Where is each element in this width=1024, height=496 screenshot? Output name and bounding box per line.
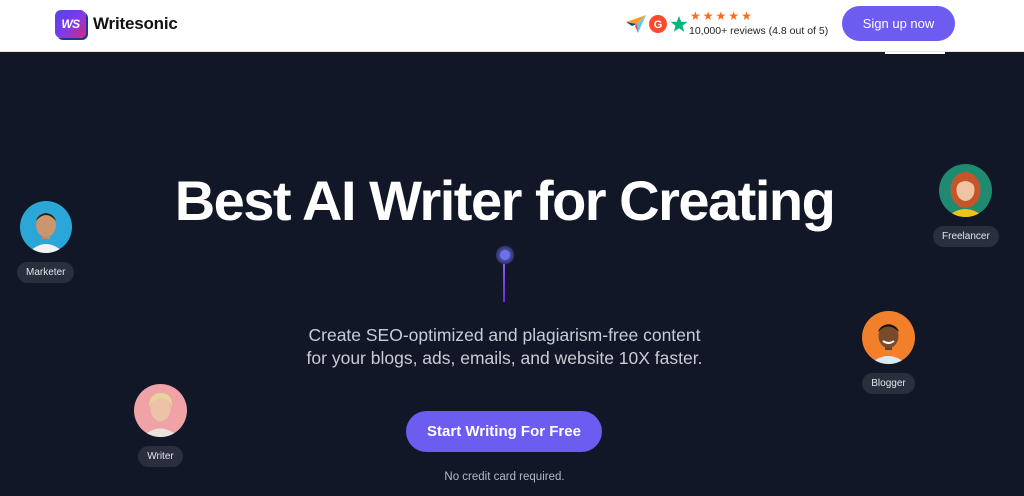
hero-subtitle: Create SEO-optimized and plagiarism-free…: [0, 324, 1009, 370]
star-icon: ★: [702, 9, 714, 23]
subtitle-line: for your blogs, ads, emails, and website…: [306, 348, 703, 368]
glow-dot-icon: [496, 246, 514, 264]
top-nav: WS Writesonic G ★ ★ ★ ★ ★ 10,000+ review…: [0, 0, 1024, 52]
persona-tag: Freelancer: [933, 226, 999, 247]
persona-tag: Marketer: [17, 262, 75, 283]
persona-marketer: Marketer: [17, 201, 75, 283]
persona-writer: Writer: [134, 384, 187, 467]
persona-tag: Blogger: [862, 373, 915, 394]
writer-avatar: [134, 384, 187, 437]
review-platforms: G: [626, 14, 688, 34]
nav-divider: [885, 52, 945, 54]
persona-tag: Writer: [138, 446, 183, 467]
subtitle-line: Create SEO-optimized and plagiarism-free…: [308, 325, 701, 345]
hero-title: Best AI Writer for Creating: [174, 169, 836, 232]
logo-mark-icon: WS: [55, 10, 86, 38]
start-writing-button[interactable]: Start Writing For Free: [406, 411, 602, 452]
star-icon: ★: [715, 9, 727, 23]
logo-text: Writesonic: [93, 14, 178, 33]
persona-freelancer: Freelancer: [933, 164, 999, 247]
marketer-avatar: [19, 201, 72, 253]
reviews-count: 10,000+ reviews (4.8 out of 5): [689, 25, 829, 37]
trustpilot-icon: [670, 15, 688, 33]
persona-blogger: Blogger: [862, 311, 915, 394]
star-icon: ★: [728, 9, 740, 23]
rating-stars: ★ ★ ★ ★ ★: [690, 10, 752, 22]
capterra-icon: [626, 15, 646, 33]
writesonic-logo[interactable]: WS Writesonic: [55, 10, 178, 38]
star-icon: ★: [690, 9, 701, 23]
no-credit-card-note: No credit card required.: [444, 471, 565, 483]
connector-line: [503, 264, 505, 302]
sign-up-button[interactable]: Sign up now: [842, 6, 955, 41]
star-icon: ★: [741, 9, 752, 23]
freelancer-avatar: [939, 164, 993, 217]
svg-text:G: G: [654, 19, 663, 31]
g2-icon: G: [648, 14, 668, 34]
blogger-avatar: [862, 311, 915, 364]
